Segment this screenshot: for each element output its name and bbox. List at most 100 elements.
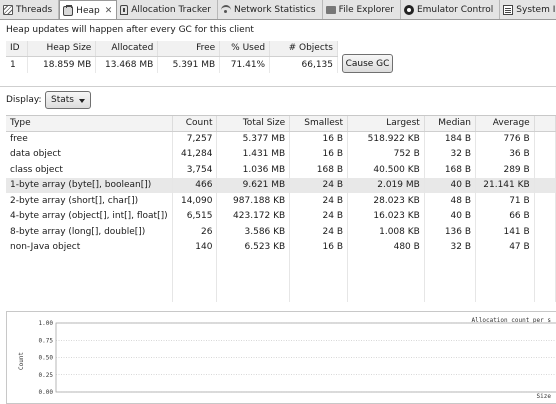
stats-header-row: Type Count Total Size Smallest Largest M… xyxy=(6,116,556,132)
cell-count: 41,284 xyxy=(172,146,218,162)
chart-y-tick-label: 0.50 xyxy=(39,355,54,362)
threads-icon xyxy=(3,4,13,15)
cell-smallest: 168 B xyxy=(289,162,349,178)
empty-cell xyxy=(172,286,218,302)
tab-heap[interactable]: Heap ✕ xyxy=(59,0,118,19)
stats-header-largest[interactable]: Largest xyxy=(347,116,425,132)
empty-cell xyxy=(347,255,425,271)
empty-cell xyxy=(424,255,477,271)
file-explorer-icon xyxy=(325,5,336,14)
allocation-tracker-icon xyxy=(120,4,129,15)
empty-cell xyxy=(534,255,556,271)
cell-largest: 2.019 MB xyxy=(347,177,425,193)
tab-emulator-control[interactable]: Emulator Control xyxy=(401,0,501,19)
cell-total-size: 1.431 MB xyxy=(216,146,291,162)
tab-label: Allocation Tracker xyxy=(131,4,211,15)
empty-cell xyxy=(216,255,291,271)
cell-total-size: 6.523 KB xyxy=(216,239,291,255)
table-row[interactable]: free 7,257 5.377 MB 16 B 518.922 KB 184 B 776 … xyxy=(6,131,556,147)
summary-heap-size: 18.859 MB xyxy=(27,56,97,73)
cell-type: 4-byte array (object[], int[], float[]) xyxy=(6,208,173,224)
heap-summary-table: ID Heap Size Allocated Free % Used # Obj… xyxy=(6,41,338,73)
chart-y-tick-label: 1.00 xyxy=(39,320,54,327)
stats-header-average[interactable]: Average xyxy=(475,116,535,132)
chart-y-tick-label: 0.75 xyxy=(39,337,54,344)
cell-filler xyxy=(534,131,556,147)
empty-cell xyxy=(347,286,425,302)
summary-header-id[interactable]: ID xyxy=(6,41,29,57)
empty-cell xyxy=(6,255,173,271)
cell-filler xyxy=(534,239,556,255)
empty-row xyxy=(6,255,556,271)
close-icon[interactable]: ✕ xyxy=(105,6,113,16)
cell-smallest: 16 B xyxy=(289,146,349,162)
empty-cell xyxy=(534,286,556,302)
empty-cell xyxy=(172,255,218,271)
chevron-down-icon xyxy=(79,99,85,103)
cell-average: 71 B xyxy=(475,193,535,209)
table-row[interactable]: 1-byte array (byte[], boolean[]) 466 9.621… xyxy=(6,177,556,193)
tab-file-explorer[interactable]: File Explorer xyxy=(323,0,401,19)
cell-largest: 28.023 KB xyxy=(347,193,425,209)
stats-header-total-size[interactable]: Total Size xyxy=(216,116,291,132)
display-select[interactable]: Stats xyxy=(45,91,91,109)
display-label: Display: xyxy=(6,95,42,105)
empty-cell xyxy=(534,270,556,286)
tab-label: File Explorer xyxy=(338,4,394,15)
empty-cell xyxy=(172,270,218,286)
tab-allocation-tracker[interactable]: Allocation Tracker xyxy=(117,0,218,19)
cell-total-size: 1.036 MB xyxy=(216,162,291,178)
empty-cell xyxy=(347,270,425,286)
tab-network-statistics[interactable]: Network Statistics xyxy=(218,0,323,19)
summary-row[interactable]: 1 18.859 MB 13.468 MB 5.391 MB 71.41% 66… xyxy=(6,56,338,73)
empty-row xyxy=(6,286,556,302)
stats-header-count[interactable]: Count xyxy=(172,116,218,132)
table-row[interactable]: 2-byte array (short[], char[]) 14,090 987.… xyxy=(6,193,556,209)
cell-median: 136 B xyxy=(424,224,477,240)
table-row[interactable]: class object 3,754 1.036 MB 168 B 40.500 KB 1… xyxy=(6,162,556,178)
cell-largest: 752 B xyxy=(347,146,425,162)
summary-header-percent-used[interactable]: % Used xyxy=(219,41,271,57)
cell-median: 40 B xyxy=(424,177,477,193)
emulator-control-icon xyxy=(403,4,414,15)
summary-header-heap-size[interactable]: Heap Size xyxy=(27,41,97,57)
stats-table-container[interactable]: Type Count Total Size Smallest Largest M… xyxy=(6,115,556,306)
cell-largest: 480 B xyxy=(347,239,425,255)
cell-average: 141 B xyxy=(475,224,535,240)
stats-header-median[interactable]: Median xyxy=(424,116,477,132)
stats-header-type[interactable]: Type xyxy=(6,116,173,132)
tab-system-info[interactable]: System Info xyxy=(500,0,556,19)
table-row[interactable]: data object 41,284 1.431 MB 16 B 752 B 32 B 36… xyxy=(6,146,556,162)
cell-median: 32 B xyxy=(424,239,477,255)
empty-cell xyxy=(289,270,349,286)
table-row[interactable]: non-Java object 140 6.523 KB 16 B 480 B 32 B4… xyxy=(6,239,556,255)
heap-icon xyxy=(63,4,74,16)
table-row[interactable]: 4-byte array (object[], int[], float[]) 6… xyxy=(6,208,556,224)
table-row[interactable]: 8-byte array (long[], double[]) 26 3.586 K… xyxy=(6,224,556,240)
cell-average: 47 B xyxy=(475,239,535,255)
summary-header-free[interactable]: Free xyxy=(157,41,221,57)
cell-type: 1-byte array (byte[], boolean[]) xyxy=(6,177,173,193)
summary-objects: 66,135 xyxy=(269,56,338,73)
empty-cell xyxy=(475,286,535,302)
tab-threads[interactable]: Threads xyxy=(0,0,60,19)
cell-type: non-Java object xyxy=(6,239,173,255)
summary-percent-used: 71.41% xyxy=(219,56,271,73)
tab-label: Heap xyxy=(76,5,100,16)
stats-header-smallest[interactable]: Smallest xyxy=(289,116,349,132)
summary-header-allocated[interactable]: Allocated xyxy=(95,41,159,57)
empty-row xyxy=(6,270,556,286)
cell-count: 26 xyxy=(172,224,218,240)
allocation-chart: Allocation count per s 1.00 0.75 0.50 0.25 0… xyxy=(6,311,556,404)
cell-average: 36 B xyxy=(475,146,535,162)
summary-header-row: ID Heap Size Allocated Free % Used # Obj… xyxy=(6,41,338,57)
cell-smallest: 24 B xyxy=(289,193,349,209)
cell-average: 66 B xyxy=(475,208,535,224)
cell-average: 21.141 KB xyxy=(475,177,535,193)
cell-filler xyxy=(534,177,556,193)
cell-type: data object xyxy=(6,146,173,162)
summary-header-objects[interactable]: # Objects xyxy=(269,41,338,57)
cell-filler xyxy=(534,162,556,178)
cause-gc-button[interactable]: Cause GC xyxy=(342,54,393,73)
cell-median: 40 B xyxy=(424,208,477,224)
